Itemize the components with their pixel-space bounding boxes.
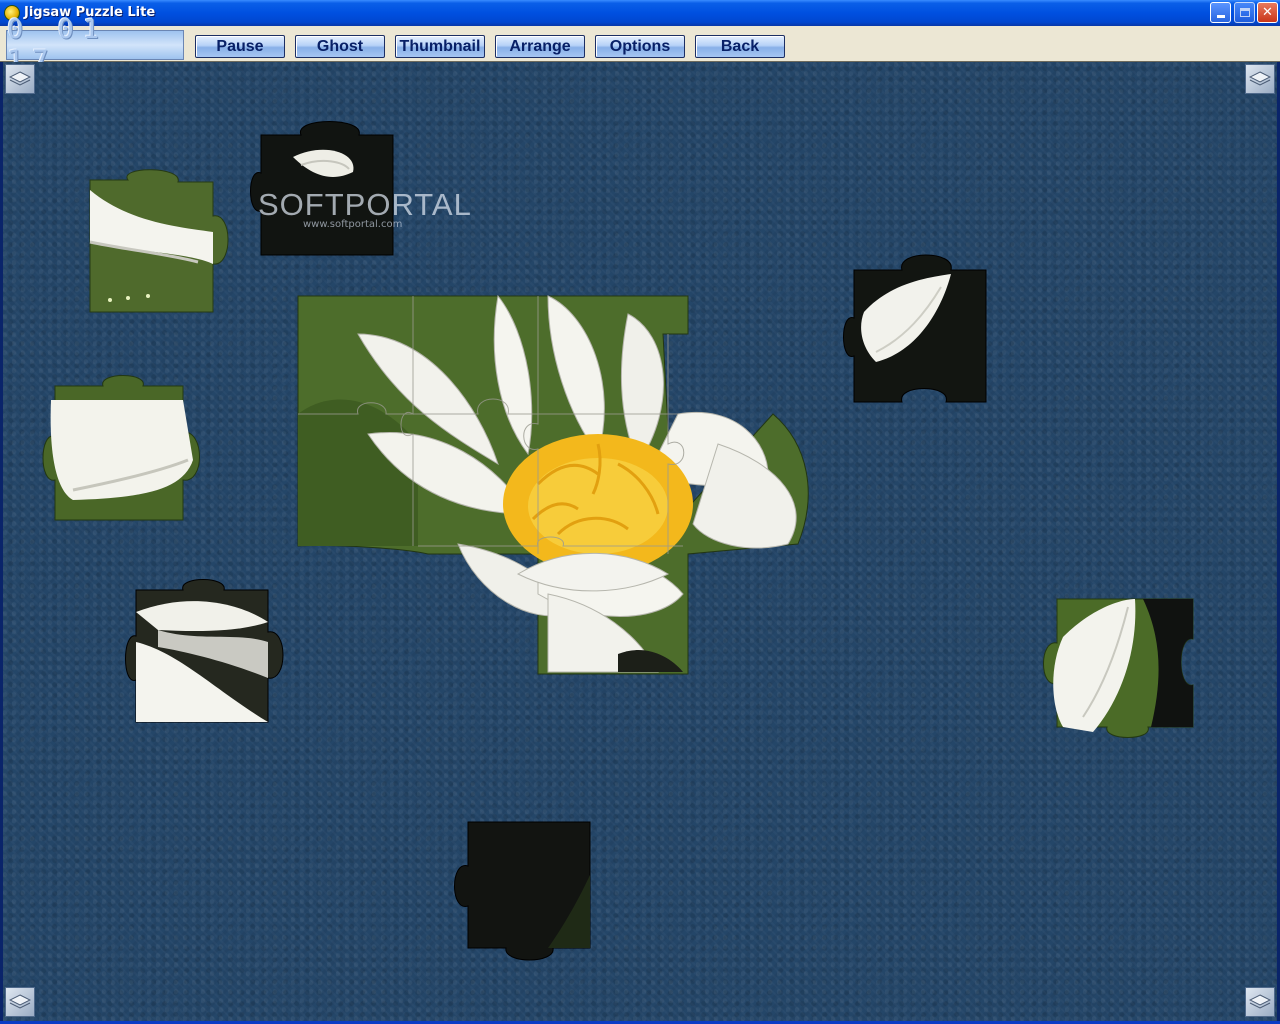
close-icon: ✕: [1262, 5, 1273, 20]
back-button[interactable]: Back: [695, 35, 785, 58]
minimize-button[interactable]: [1210, 2, 1231, 23]
corner-top-left-button[interactable]: [5, 64, 35, 94]
puzzle-board[interactable]: SOFTPORTAL www.softportal.com: [3, 62, 1277, 1021]
title-bar[interactable]: Jigsaw Puzzle Lite ✕: [0, 0, 1280, 26]
thumbnail-button[interactable]: Thumbnail: [395, 35, 485, 58]
puzzle-piece[interactable]: [250, 117, 395, 257]
close-button[interactable]: ✕: [1257, 2, 1278, 23]
elapsed-timer: 0 01 17: [6, 14, 184, 76]
puzzle-piece[interactable]: [843, 252, 991, 404]
layers-icon: [9, 994, 31, 1009]
assembled-piece-group[interactable]: [297, 294, 818, 675]
layers-icon: [1249, 71, 1271, 86]
puzzle-piece[interactable]: [42, 375, 203, 522]
pause-button[interactable]: Pause: [195, 35, 285, 58]
corner-bottom-right-button[interactable]: [1245, 987, 1275, 1017]
maximize-button[interactable]: [1234, 2, 1255, 23]
layers-icon: [1249, 994, 1271, 1009]
arrange-button[interactable]: Arrange: [495, 35, 585, 58]
puzzle-piece[interactable]: [125, 579, 286, 724]
puzzle-piece[interactable]: [448, 820, 598, 962]
maximize-icon: [1239, 8, 1250, 17]
ghost-button[interactable]: Ghost: [295, 35, 385, 58]
toolbar: 0 01 17 Pause Ghost Thumbnail Arrange Op…: [0, 14, 1280, 76]
puzzle-piece[interactable]: [1043, 597, 1198, 739]
layers-icon: [9, 71, 31, 86]
corner-top-right-button[interactable]: [1245, 64, 1275, 94]
corner-bottom-left-button[interactable]: [5, 987, 35, 1017]
minimize-icon: [1216, 15, 1225, 18]
puzzle-piece[interactable]: [88, 169, 229, 314]
options-button[interactable]: Options: [595, 35, 685, 58]
